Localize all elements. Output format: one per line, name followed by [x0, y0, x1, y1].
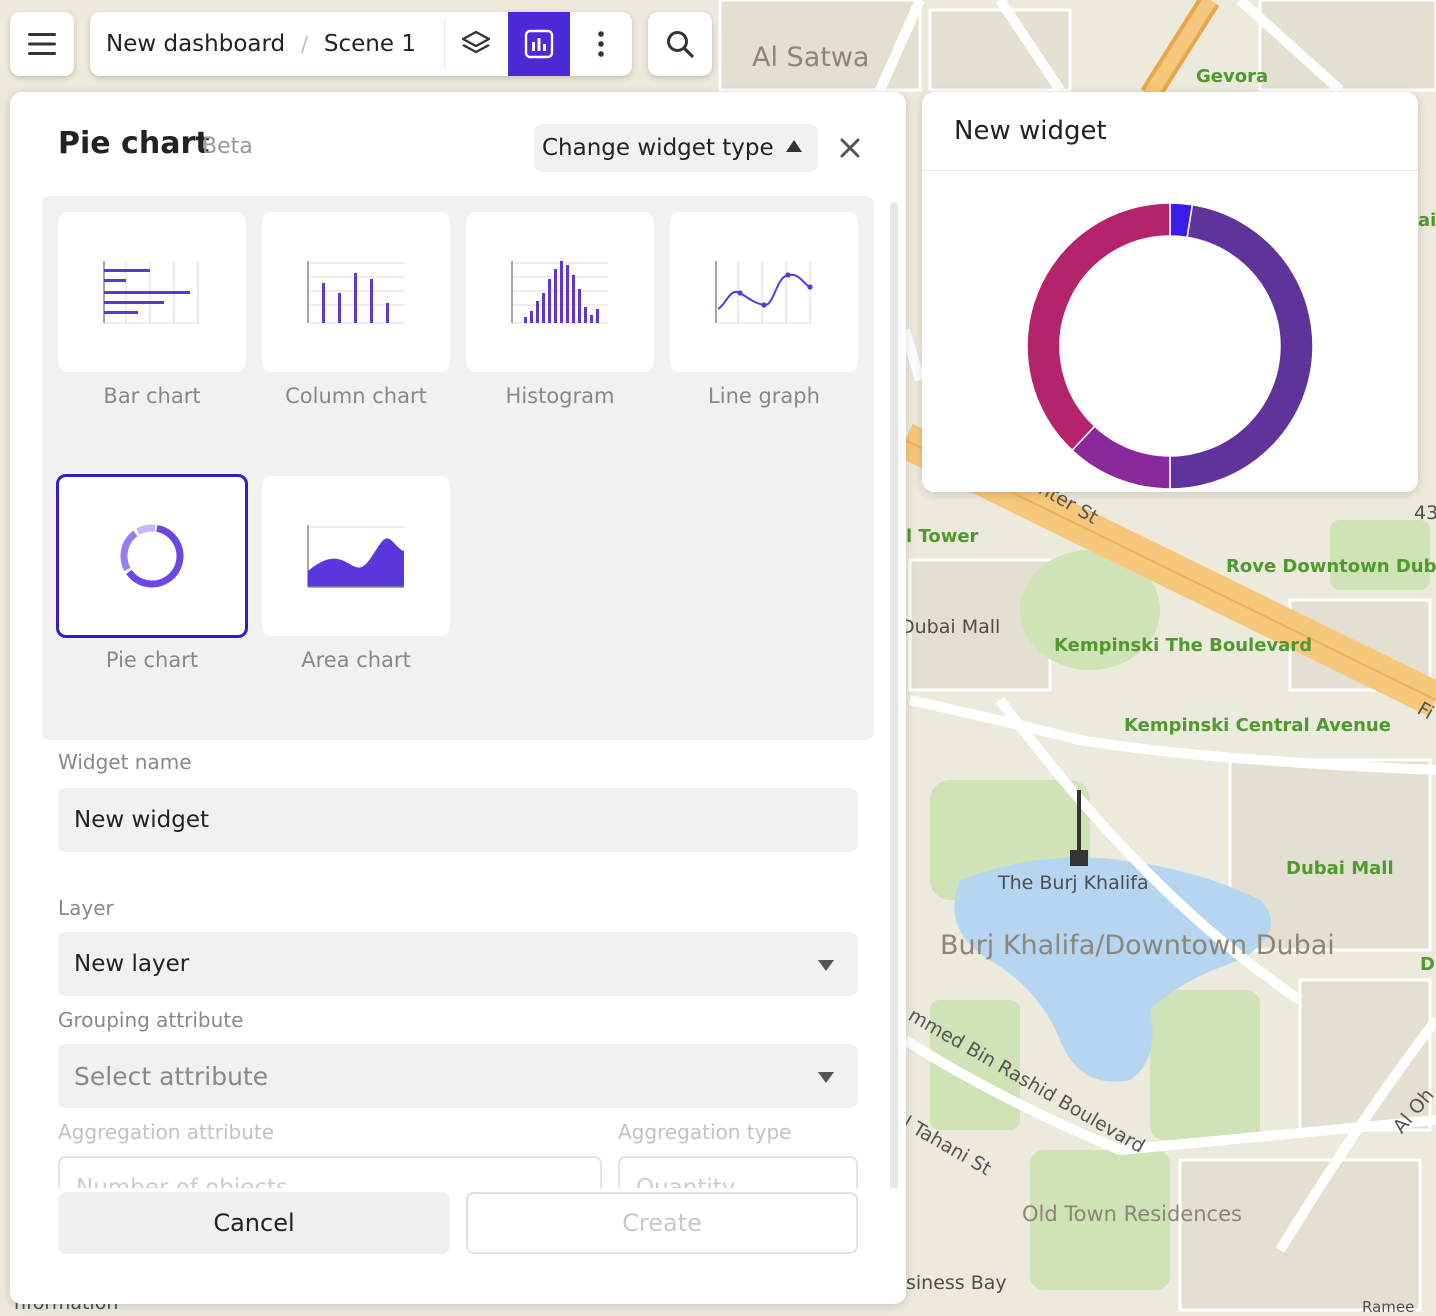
layer-select[interactable]: New layer: [58, 932, 858, 996]
close-icon[interactable]: [836, 134, 864, 162]
layers-button[interactable]: [445, 12, 507, 76]
type-card-bar-chart[interactable]: [58, 212, 246, 372]
widget-name-input[interactable]: New widget: [58, 788, 858, 852]
donut-chart: [1026, 202, 1314, 490]
chevron-up-icon: [786, 140, 802, 152]
chart-widget-icon: [524, 29, 553, 59]
widget-title: New widget: [954, 116, 1107, 146]
widget-editor-panel: Pie chart Beta Change widget type Bar ch…: [10, 92, 906, 1304]
column-chart-icon: [307, 261, 404, 324]
widget-preview[interactable]: New widget: [922, 92, 1418, 492]
widget-name-label: Widget name: [58, 750, 192, 774]
panel-footer: Cancel Create: [10, 1188, 906, 1304]
layer-label: Layer: [58, 896, 114, 920]
bar-chart-icon: [103, 261, 200, 324]
type-label-histogram: Histogram: [505, 384, 615, 408]
type-label-area-chart: Area chart: [301, 648, 411, 672]
map-label-dubai-mall: Dubai Mall: [1286, 858, 1394, 879]
dashboard-toolbar: New dashboard / Scene 1: [90, 12, 632, 76]
more-button[interactable]: [570, 12, 632, 76]
beta-badge: Beta: [202, 134, 253, 159]
map-label-dubai-mall-west: Dubai Mall: [900, 616, 1001, 638]
layers-icon: [462, 30, 491, 54]
breadcrumb: New dashboard / Scene 1: [90, 31, 444, 57]
type-card-column-chart[interactable]: [262, 212, 450, 372]
map-label-business-bay: siness Bay: [906, 1272, 1007, 1294]
chevron-down-icon: [818, 1072, 834, 1083]
panel-title: Pie chart: [58, 126, 210, 161]
type-card-pie-chart[interactable]: [56, 474, 248, 638]
pie-chart-icon: [120, 524, 184, 588]
map-label-old-town: Old Town Residences: [1022, 1202, 1242, 1226]
search-button[interactable]: [648, 12, 712, 76]
type-label-bar-chart: Bar chart: [103, 384, 201, 408]
donut-slice[interactable]: [1169, 203, 1314, 490]
map-label-kempinski-central: Kempinski Central Avenue: [1124, 715, 1391, 736]
map-label-d: D: [1420, 954, 1435, 975]
widgets-button[interactable]: [507, 12, 570, 76]
aggregation-attribute-label: Aggregation attribute: [58, 1120, 275, 1144]
map-label-downtown: Burj Khalifa/Downtown Dubai: [940, 930, 1335, 961]
create-button[interactable]: Create: [466, 1192, 858, 1254]
map-label-43: 43: [1414, 502, 1436, 524]
search-icon: [667, 31, 694, 58]
breadcrumb-scene[interactable]: Scene 1: [324, 31, 416, 57]
type-card-line-graph[interactable]: [670, 212, 858, 372]
area-chart-icon: [307, 525, 404, 588]
map-label-kempinski-boulevard: Kempinski The Boulevard: [1054, 635, 1313, 656]
map-label-gevora: Gevora: [1196, 66, 1269, 87]
type-card-area-chart[interactable]: [262, 476, 450, 636]
map-label-ai: ai: [1418, 210, 1436, 231]
chevron-down-icon: [818, 960, 834, 971]
change-widget-type-label: Change widget type: [542, 135, 774, 161]
map-label-burj-khalifa: The Burj Khalifa: [998, 872, 1149, 894]
histogram-icon: [511, 261, 608, 324]
breadcrumb-dashboard[interactable]: New dashboard: [106, 31, 285, 57]
grouping-attribute-placeholder: Select attribute: [74, 1061, 269, 1091]
menu-button[interactable]: [10, 12, 74, 76]
type-card-histogram[interactable]: [466, 212, 654, 372]
type-label-column-chart: Column chart: [285, 384, 427, 408]
widget-divider: [922, 170, 1418, 171]
grouping-attribute-label: Grouping attribute: [58, 1008, 244, 1032]
hamburger-menu-icon: [28, 33, 56, 55]
more-vertical-icon: [598, 31, 604, 57]
map-label-ramee: Ramee: [1362, 1298, 1415, 1316]
widget-type-grid: Bar chart Column chart Histogram Line gr…: [42, 196, 874, 740]
grouping-attribute-select[interactable]: Select attribute: [58, 1044, 858, 1108]
type-label-pie-chart: Pie chart: [105, 648, 199, 672]
map-label-tower: l Tower: [906, 526, 979, 547]
cancel-button[interactable]: Cancel: [58, 1192, 450, 1254]
breadcrumb-separator: /: [301, 32, 308, 56]
type-label-line-graph: Line graph: [708, 384, 820, 408]
change-widget-type-button[interactable]: Change widget type: [534, 124, 818, 172]
map-label-rove: Rove Downtown Dubai: [1226, 556, 1436, 577]
line-graph-icon: [715, 261, 813, 324]
panel-scrollbar[interactable]: [890, 202, 898, 1282]
donut-slice[interactable]: [1026, 202, 1171, 452]
map-label-al-satwa: Al Satwa: [752, 42, 870, 73]
layer-select-value: New layer: [74, 951, 190, 977]
aggregation-type-label: Aggregation type: [618, 1120, 792, 1144]
